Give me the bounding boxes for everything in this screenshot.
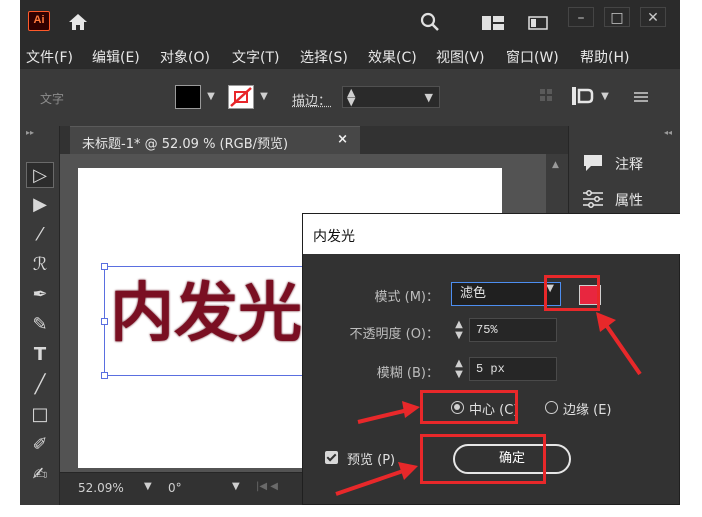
no-stroke-icon bbox=[230, 87, 252, 107]
panel-properties[interactable]: 属性 bbox=[615, 190, 643, 210]
zoom-level[interactable]: 52.09% bbox=[78, 481, 124, 495]
edge-radio-label[interactable]: 边缘 (E) bbox=[563, 399, 612, 418]
highlight-color-box bbox=[544, 275, 600, 311]
chevron-down-icon[interactable]: ▼ bbox=[596, 86, 614, 108]
preview-label[interactable]: 预览 (P) bbox=[347, 449, 395, 468]
resize-handle[interactable] bbox=[101, 372, 108, 379]
panel-comments[interactable]: 注释 bbox=[615, 154, 643, 174]
blur-input[interactable]: 5 px bbox=[469, 357, 557, 381]
blur-label: 模糊 (B)： bbox=[376, 366, 439, 381]
pen-tool[interactable]: ✒ bbox=[26, 282, 54, 308]
selection-tool[interactable]: ▷ bbox=[26, 162, 54, 188]
comment-icon bbox=[584, 155, 602, 171]
grid-icon[interactable] bbox=[540, 89, 552, 101]
fill-swatch[interactable] bbox=[175, 85, 201, 109]
edge-radio[interactable] bbox=[545, 401, 558, 414]
context-label: 文字 bbox=[40, 92, 65, 106]
preview-checkbox[interactable] bbox=[325, 451, 338, 464]
menu-object[interactable]: 对象(O) bbox=[160, 47, 210, 67]
lasso-tool[interactable]: ℛ bbox=[26, 252, 54, 278]
close-button[interactable]: ✕ bbox=[640, 7, 666, 27]
resize-handle[interactable] bbox=[101, 318, 108, 325]
panel-icon[interactable] bbox=[528, 16, 548, 30]
opacity-label: 不透明度 (O)： bbox=[349, 327, 439, 342]
tools-panel: ▸▸ ▷ ▶ ⁄ ℛ ✒ ✎ T ╱ □ ✐ ✍ bbox=[20, 126, 60, 505]
opacity-stepper[interactable]: ▲ ▼ bbox=[451, 319, 467, 341]
line-tool[interactable]: ╱ bbox=[26, 372, 54, 398]
home-icon[interactable] bbox=[68, 13, 88, 31]
mode-label: 模式 (M)： bbox=[374, 290, 440, 305]
dialog-title: 内发光 bbox=[313, 229, 355, 245]
menu-window[interactable]: 窗口(W) bbox=[506, 47, 559, 67]
search-icon[interactable] bbox=[420, 12, 440, 32]
document-tabs: 未标题-1* @ 52.09 % (RGB/预览) × bbox=[60, 126, 568, 154]
menu-bar: 文件(F) 编辑(E) 对象(O) 文字(T) 选择(S) 效果(C) 视图(V… bbox=[20, 40, 680, 68]
minimize-button[interactable]: – bbox=[568, 7, 594, 27]
properties-icon bbox=[583, 190, 603, 208]
document-tab[interactable]: 未标题-1* @ 52.09 % (RGB/预览) × bbox=[70, 126, 360, 154]
dialog-title-bar[interactable]: 内发光 bbox=[303, 214, 680, 254]
resize-handle[interactable] bbox=[101, 263, 108, 270]
chevron-down-icon[interactable]: ▼ bbox=[255, 86, 273, 108]
control-bar: 文字 ▼ ▼ 描边： ▲ ▼ ▼ ▼ bbox=[20, 68, 680, 126]
close-icon[interactable]: × bbox=[337, 132, 348, 147]
shaper-tool[interactable]: ✍ bbox=[26, 462, 54, 488]
illustrator-window: Ai – □ ✕ 文件(F) 编辑(E) 对象(O) 文字(T) 选择(S) 效… bbox=[20, 0, 680, 505]
menu-select[interactable]: 选择(S) bbox=[300, 47, 348, 67]
chevron-down-icon[interactable]: ▼ bbox=[144, 481, 152, 492]
menu-edit[interactable]: 编辑(E) bbox=[92, 47, 140, 67]
menu-view[interactable]: 视图(V) bbox=[436, 47, 485, 67]
menu-lines-icon[interactable] bbox=[634, 91, 648, 103]
type-tool[interactable]: T bbox=[26, 342, 54, 368]
opacity-input[interactable]: 75% bbox=[469, 318, 557, 342]
layout-icon[interactable] bbox=[482, 16, 504, 30]
stroke-label[interactable]: 描边： bbox=[292, 90, 331, 109]
document-tab-title: 未标题-1* @ 52.09 % (RGB/预览) bbox=[82, 137, 289, 152]
mode-value: 滤色 bbox=[460, 286, 487, 301]
paintbrush-tool[interactable]: ✐ bbox=[26, 432, 54, 458]
maximize-button[interactable]: □ bbox=[604, 7, 630, 27]
menu-help[interactable]: 帮助(H) bbox=[580, 47, 629, 67]
stroke-weight-field[interactable]: ▲ ▼ ▼ bbox=[342, 86, 440, 108]
app-logo: Ai bbox=[28, 11, 50, 31]
collapse-icon[interactable]: ▸▸ bbox=[26, 128, 34, 137]
magic-wand-tool[interactable]: ⁄ bbox=[26, 222, 54, 248]
rotation-angle[interactable]: 0° bbox=[168, 481, 182, 495]
curvature-tool[interactable]: ✎ bbox=[26, 312, 54, 338]
blur-stepper[interactable]: ▲ ▼ bbox=[451, 358, 467, 380]
stroke-swatch[interactable] bbox=[228, 85, 254, 109]
menu-type[interactable]: 文字(T) bbox=[232, 47, 279, 67]
align-icon[interactable] bbox=[572, 87, 594, 105]
menu-effect[interactable]: 效果(C) bbox=[368, 47, 417, 67]
first-artboard-icon[interactable]: |◀ ◀ bbox=[256, 481, 278, 492]
direct-selection-tool[interactable]: ▶ bbox=[26, 192, 54, 218]
chevron-down-icon[interactable]: ▼ bbox=[202, 86, 220, 108]
scroll-up-icon[interactable]: ▲ bbox=[552, 160, 559, 170]
highlight-ok-box bbox=[420, 434, 546, 484]
highlight-center-box bbox=[420, 390, 518, 424]
rectangle-tool[interactable]: □ bbox=[26, 402, 54, 428]
chevron-down-icon[interactable]: ▼ bbox=[232, 481, 240, 492]
menu-file[interactable]: 文件(F) bbox=[26, 47, 73, 67]
title-bar: Ai – □ ✕ bbox=[20, 0, 680, 40]
collapse-icon[interactable]: ◂◂ bbox=[664, 128, 672, 137]
